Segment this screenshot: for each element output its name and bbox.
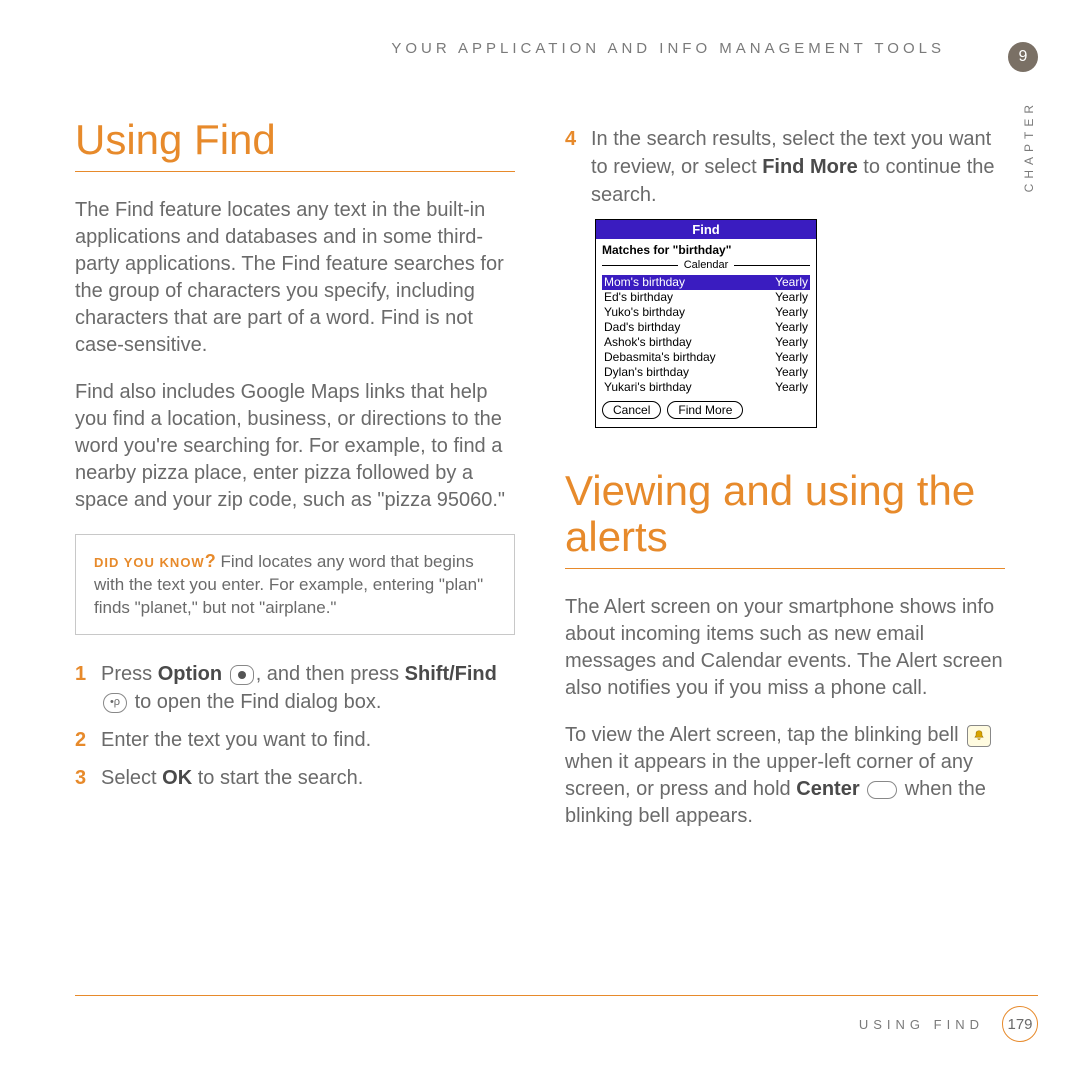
page-number: 179 bbox=[1002, 1006, 1038, 1042]
cancel-button[interactable]: Cancel bbox=[602, 401, 661, 419]
step-number: 1 bbox=[75, 660, 101, 716]
running-head: YOUR APPLICATION AND INFO MANAGEMENT TOO… bbox=[75, 40, 1005, 57]
find-result-row[interactable]: Yukari's birthdayYearly bbox=[602, 380, 810, 395]
find-dialog: Find Matches for "birthday" Calendar Mom… bbox=[595, 219, 817, 428]
footer: USING FIND 179 bbox=[75, 995, 1038, 1042]
find-result-row[interactable]: Mom's birthdayYearly bbox=[602, 275, 810, 290]
find-result-row[interactable]: Yuko's birthdayYearly bbox=[602, 305, 810, 320]
divider bbox=[565, 568, 1005, 569]
find-more-button[interactable]: Find More bbox=[667, 401, 743, 419]
bell-icon bbox=[967, 725, 991, 747]
find-result-row[interactable]: Dad's birthdayYearly bbox=[602, 320, 810, 335]
chapter-badge: 9 bbox=[1008, 42, 1038, 72]
dialog-matches-label: Matches for "birthday" bbox=[602, 243, 810, 257]
divider bbox=[75, 171, 515, 172]
body-text: The Alert screen on your smartphone show… bbox=[565, 594, 1005, 702]
dialog-divider: Calendar bbox=[602, 259, 810, 271]
shift-find-key-icon: •ρ bbox=[103, 693, 127, 713]
tip-box: DID YOU KNOW? Find locates any word that… bbox=[75, 534, 515, 635]
tip-question-mark: ? bbox=[205, 551, 216, 571]
body-text: To view the Alert screen, tap the blinki… bbox=[565, 722, 1005, 830]
tip-label: DID YOU KNOW bbox=[94, 555, 205, 570]
body-text: The Find feature locates any text in the… bbox=[75, 197, 515, 359]
center-key-icon bbox=[867, 781, 897, 799]
chapter-vertical-label: CHAPTER bbox=[1022, 100, 1036, 192]
step-3: 3 Select OK to start the search. bbox=[75, 764, 515, 792]
step-2: 2 Enter the text you want to find. bbox=[75, 726, 515, 754]
option-key-icon bbox=[230, 665, 254, 685]
step-number: 2 bbox=[75, 726, 101, 754]
step-number: 4 bbox=[565, 125, 591, 209]
step-4: 4 In the search results, select the text… bbox=[565, 125, 1005, 209]
step-1: 1 Press Option , and then press Shift/Fi… bbox=[75, 660, 515, 716]
find-result-row[interactable]: Ed's birthdayYearly bbox=[602, 290, 810, 305]
section-heading-using-find: Using Find bbox=[75, 117, 515, 163]
find-result-row[interactable]: Debasmita's birthdayYearly bbox=[602, 350, 810, 365]
dialog-title: Find bbox=[596, 220, 816, 239]
find-result-row[interactable]: Dylan's birthdayYearly bbox=[602, 365, 810, 380]
section-heading-viewing-alerts: Viewing and using the alerts bbox=[565, 468, 1005, 560]
footer-section: USING FIND bbox=[859, 1017, 984, 1032]
find-result-row[interactable]: Ashok's birthdayYearly bbox=[602, 335, 810, 350]
body-text: Find also includes Google Maps links tha… bbox=[75, 379, 515, 514]
step-number: 3 bbox=[75, 764, 101, 792]
